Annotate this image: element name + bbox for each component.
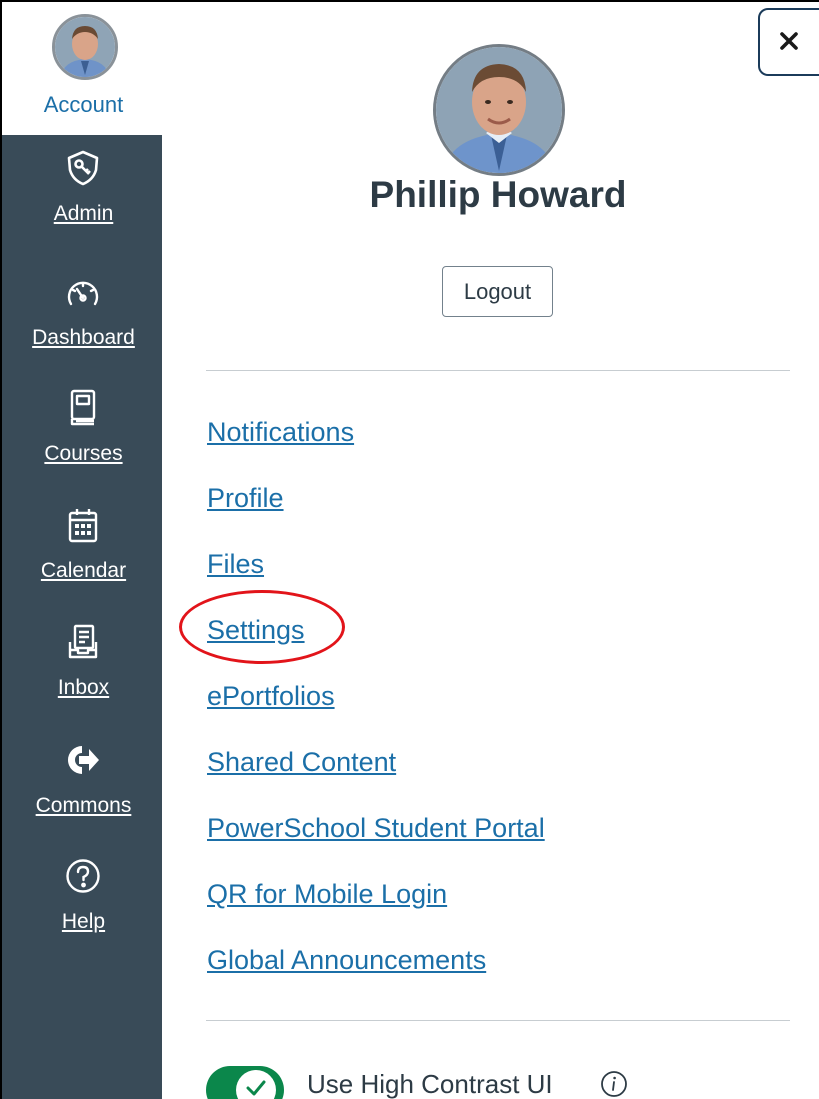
share-arrow-icon bbox=[65, 742, 101, 778]
link-settings[interactable]: Settings bbox=[207, 609, 807, 675]
link-shared-content[interactable]: Shared Content bbox=[207, 741, 807, 807]
speedometer-icon bbox=[65, 274, 101, 310]
account-tray-screen: Account Admin Dashboard Courses Calendar… bbox=[0, 0, 819, 1099]
logout-button[interactable]: Logout bbox=[442, 266, 553, 317]
inbox-icon bbox=[65, 624, 101, 660]
nav-item-courses[interactable]: Courses bbox=[2, 389, 165, 500]
divider-bottom bbox=[206, 1020, 790, 1021]
nav-item-calendar[interactable]: Calendar bbox=[2, 507, 165, 617]
info-icon[interactable] bbox=[600, 1070, 628, 1098]
link-eportfolios[interactable]: ePortfolios bbox=[207, 675, 807, 741]
nav-label-help: Help bbox=[61, 910, 106, 933]
link-files[interactable]: Files bbox=[207, 543, 807, 609]
nav-label-dashboard: Dashboard bbox=[32, 326, 135, 349]
profile-links: Notifications Profile Files Settings ePo… bbox=[207, 411, 807, 1005]
user-name: Phillip Howard bbox=[369, 174, 627, 215]
nav-label-inbox: Inbox bbox=[57, 676, 110, 699]
book-icon bbox=[65, 389, 101, 426]
question-circle-icon bbox=[65, 858, 101, 894]
high-contrast-label: Use High Contrast UI bbox=[307, 1069, 553, 1099]
nav-label-account: Account bbox=[43, 92, 124, 117]
high-contrast-toggle[interactable] bbox=[206, 1066, 284, 1099]
divider-top bbox=[206, 370, 790, 371]
nav-label-commons: Commons bbox=[35, 794, 132, 817]
close-icon bbox=[779, 31, 799, 54]
calendar-icon bbox=[65, 507, 101, 543]
user-avatar-small bbox=[52, 14, 118, 80]
nav-item-inbox[interactable]: Inbox bbox=[2, 624, 165, 734]
global-navigation: Account Admin Dashboard Courses Calendar… bbox=[2, 2, 162, 1099]
nav-item-commons[interactable]: Commons bbox=[2, 742, 165, 852]
checkmark-icon bbox=[245, 1079, 267, 1099]
toggle-knob bbox=[236, 1070, 276, 1099]
link-qr-mobile-login[interactable]: QR for Mobile Login bbox=[207, 873, 807, 939]
link-profile[interactable]: Profile bbox=[207, 477, 807, 543]
close-tray-button[interactable] bbox=[758, 8, 819, 76]
nav-item-admin[interactable]: Admin bbox=[2, 150, 165, 260]
nav-label-courses: Courses bbox=[44, 442, 123, 465]
user-avatar bbox=[433, 44, 565, 176]
link-powerschool-student-portal[interactable]: PowerSchool Student Portal bbox=[207, 807, 807, 873]
nav-label-admin: Admin bbox=[53, 202, 114, 225]
link-notifications[interactable]: Notifications bbox=[207, 411, 807, 477]
shield-icon bbox=[65, 150, 101, 186]
nav-item-account[interactable]: Account bbox=[2, 2, 162, 135]
link-global-announcements[interactable]: Global Announcements bbox=[207, 939, 807, 1005]
nav-label-calendar: Calendar bbox=[40, 559, 127, 582]
nav-item-help[interactable]: Help bbox=[2, 858, 165, 968]
nav-item-dashboard[interactable]: Dashboard bbox=[2, 274, 165, 384]
